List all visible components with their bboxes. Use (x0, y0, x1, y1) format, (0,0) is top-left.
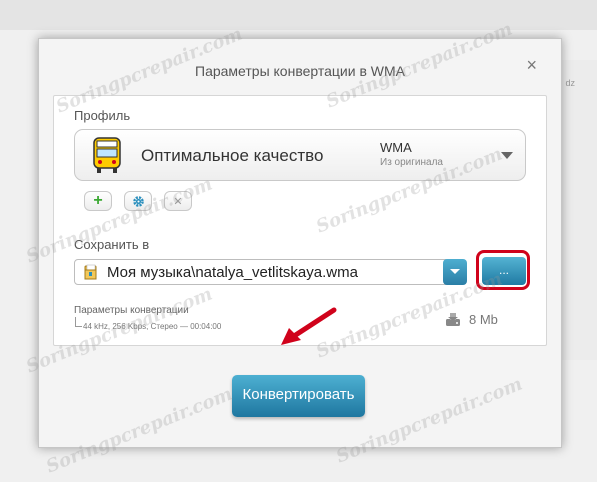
close-button[interactable]: × (526, 55, 537, 76)
delete-profile-button[interactable]: ✕ (164, 191, 192, 211)
plus-icon: + (93, 192, 103, 209)
background-label: dz (565, 78, 575, 88)
path-dropdown-button[interactable] (443, 259, 467, 285)
output-path-field[interactable]: Моя музыка\natalya_vetlitskaya.wma (74, 259, 464, 285)
profile-name: Оптимальное качество (141, 146, 324, 165)
profile-label: Профиль (74, 108, 131, 123)
conversion-dialog: Параметры конвертации в WMA × Профиль Оп… (38, 38, 562, 448)
profile-format: WMA (380, 140, 412, 155)
settings-panel: Профиль Оптимальное качество WMA Из ориг… (53, 95, 547, 346)
convert-button[interactable]: Конвертировать (232, 375, 365, 417)
disk-size-icon (446, 313, 460, 326)
folder-icon (84, 264, 97, 280)
add-profile-button[interactable]: + (84, 191, 112, 211)
profile-format-source: Из оригинала (380, 157, 443, 168)
gear-icon (132, 195, 144, 207)
browse-button[interactable]: ... (482, 257, 526, 285)
output-path-value: Моя музыка\natalya_vetlitskaya.wma (107, 264, 358, 281)
bus-icon (93, 137, 121, 173)
profile-select[interactable]: Оптимальное качество WMA Из оригинала (74, 129, 526, 181)
profile-settings-button[interactable] (124, 191, 152, 211)
background-window-edge (561, 60, 597, 360)
output-size: 8 Mb (469, 312, 498, 327)
chevron-down-icon (501, 152, 513, 159)
dialog-title: Параметры конвертации в WMA (195, 63, 405, 79)
conversion-params-details: 44 kHz, 256 Kbps, Стерео — 00:04:00 (83, 322, 222, 331)
red-arrow-annotation (281, 307, 337, 345)
background-window-strip (0, 0, 597, 30)
close-icon: ✕ (173, 195, 183, 208)
tree-connector (75, 317, 82, 327)
conversion-params-label: Параметры конвертации (74, 305, 189, 316)
save-to-label: Сохранить в (74, 237, 150, 252)
